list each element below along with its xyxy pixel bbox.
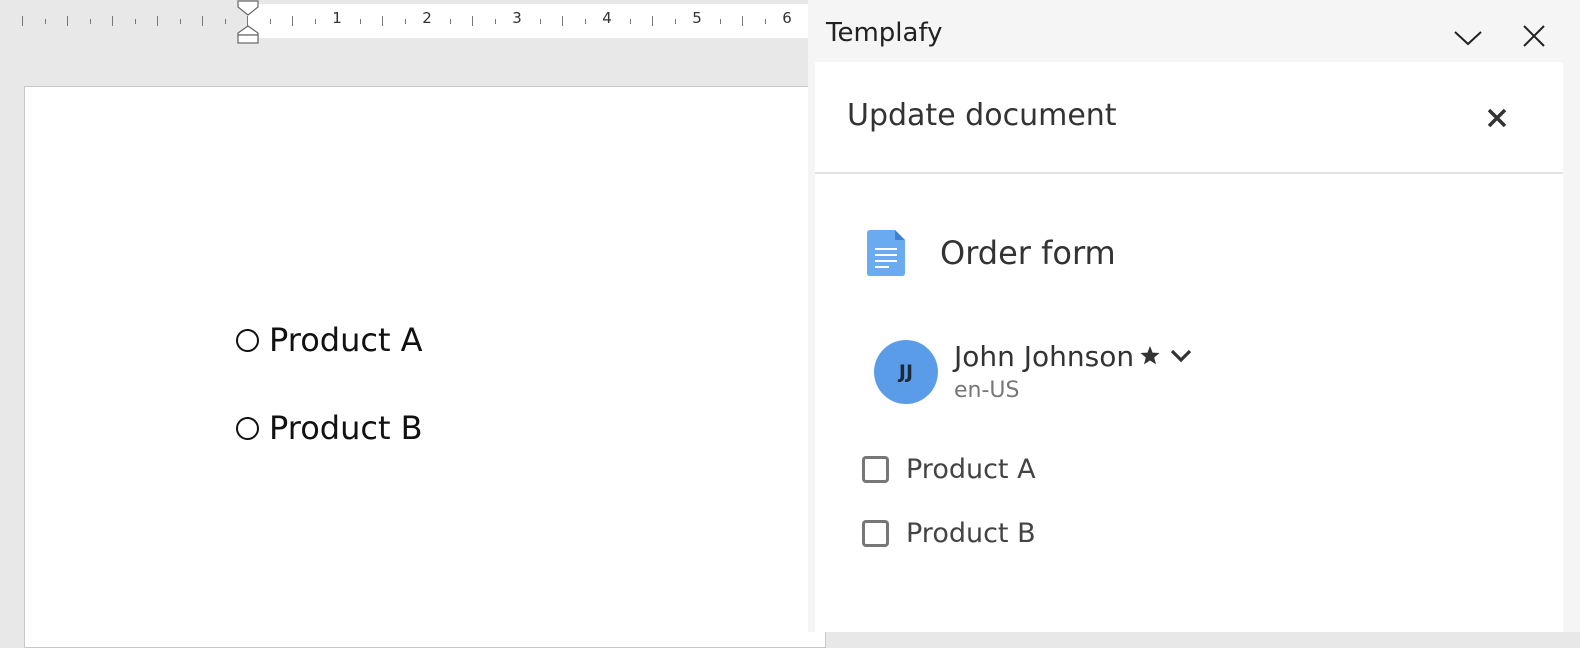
ruler-tick bbox=[22, 16, 23, 26]
chevron-down-icon[interactable] bbox=[1452, 22, 1484, 54]
ruler-tick bbox=[539, 18, 541, 24]
checkbox-product-b[interactable]: Product B bbox=[862, 515, 1036, 551]
ruler-tick bbox=[404, 18, 406, 24]
ruler-tick bbox=[44, 18, 46, 24]
avatar-initials: JJ bbox=[898, 361, 914, 383]
ruler-tick bbox=[269, 18, 271, 24]
document-page[interactable] bbox=[24, 86, 826, 648]
document-option-product-a: Product A bbox=[236, 320, 423, 360]
update-document-dialog: Update document Order form JJ John Johns… bbox=[815, 62, 1563, 632]
checkbox-box[interactable] bbox=[862, 455, 889, 483]
ruler-tick bbox=[562, 16, 563, 26]
ruler-tick bbox=[134, 18, 136, 24]
document-name: Order form bbox=[940, 234, 1116, 272]
ruler-tick bbox=[494, 18, 496, 24]
panel-title: Templafy bbox=[826, 18, 943, 48]
star-icon bbox=[1140, 346, 1160, 365]
checkbox-box[interactable] bbox=[862, 519, 889, 547]
panel-titlebar: Templafy bbox=[808, 0, 1580, 62]
close-icon[interactable] bbox=[1518, 20, 1550, 52]
ruler-tick bbox=[202, 16, 203, 26]
radio-bullet-icon bbox=[236, 328, 259, 352]
ruler-number: 1 bbox=[332, 9, 342, 27]
close-icon[interactable] bbox=[1483, 104, 1511, 132]
ruler-tick bbox=[67, 16, 68, 26]
ruler-number: 5 bbox=[692, 9, 702, 27]
user-locale: en-US bbox=[954, 378, 1020, 403]
ruler-left-margin bbox=[0, 4, 248, 38]
document-option-label: Product A bbox=[269, 321, 423, 359]
ruler-number: 4 bbox=[602, 9, 612, 27]
chevron-down-icon[interactable] bbox=[1169, 346, 1193, 366]
ruler-tick bbox=[584, 18, 586, 24]
templafy-panel: Templafy Update document Order form JJ J… bbox=[808, 0, 1580, 632]
ruler-tick bbox=[764, 18, 766, 24]
document-option-label: Product B bbox=[269, 409, 423, 447]
ruler-tick bbox=[742, 16, 743, 26]
ruler-tick bbox=[179, 18, 181, 24]
ruler-tick bbox=[629, 18, 631, 24]
divider bbox=[815, 172, 1563, 174]
checkbox-label[interactable]: Product B bbox=[906, 518, 1036, 549]
checkbox-product-a[interactable]: Product A bbox=[862, 451, 1036, 487]
document-option-product-b: Product B bbox=[236, 408, 423, 448]
ruler-tick bbox=[472, 16, 473, 26]
avatar: JJ bbox=[874, 340, 938, 404]
ruler-number: 3 bbox=[512, 9, 522, 27]
ruler-tick bbox=[112, 16, 113, 26]
ruler-tick bbox=[449, 18, 451, 24]
ruler-number: 2 bbox=[422, 9, 432, 27]
ruler-tick bbox=[674, 18, 676, 24]
indent-marker[interactable] bbox=[236, 0, 260, 44]
ruler-tick bbox=[224, 18, 226, 24]
document-icon bbox=[867, 230, 905, 276]
checkbox-label[interactable]: Product A bbox=[906, 454, 1036, 485]
document-area: 1 2 3 4 5 6 Product A Product B bbox=[0, 0, 826, 648]
ruler-tick bbox=[382, 16, 383, 26]
ruler-tick bbox=[652, 16, 653, 26]
user-name[interactable]: John Johnson bbox=[954, 340, 1134, 373]
ruler-tick bbox=[719, 18, 721, 24]
ruler-tick bbox=[157, 16, 158, 26]
ruler-tick bbox=[314, 18, 316, 24]
ruler-number: 6 bbox=[782, 9, 792, 27]
radio-bullet-icon bbox=[236, 416, 259, 440]
ruler-tick bbox=[359, 18, 361, 24]
dialog-title: Update document bbox=[847, 98, 1117, 133]
ruler-tick bbox=[292, 16, 293, 26]
ruler[interactable]: 1 2 3 4 5 6 bbox=[0, 0, 815, 44]
ruler-tick bbox=[89, 18, 91, 24]
